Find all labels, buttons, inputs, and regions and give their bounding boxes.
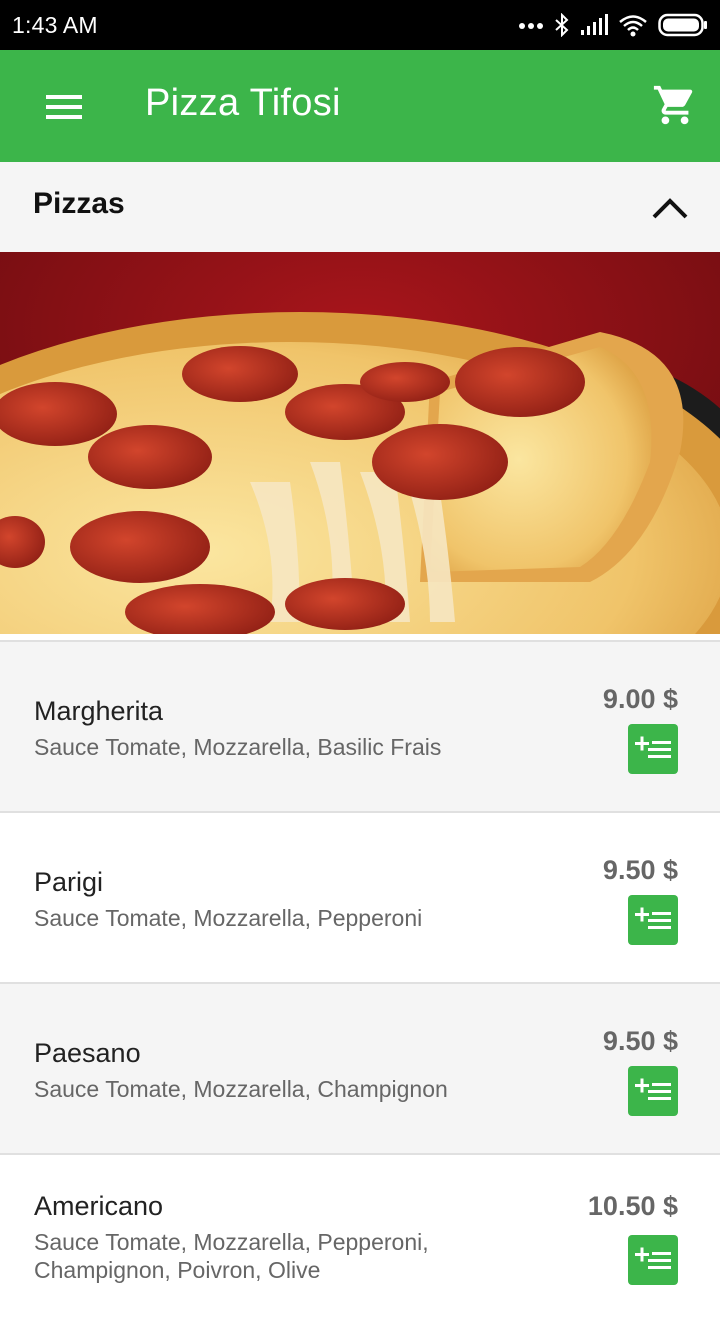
section-title: Pizzas — [33, 187, 125, 220]
item-price: 9.00 $ — [602, 684, 678, 714]
list-item[interactable]: Americano Sauce Tomate, Mozzarella, Pepp… — [0, 1153, 720, 1324]
item-price: 9.50 $ — [602, 1026, 678, 1056]
chevron-up-icon[interactable] — [650, 190, 690, 224]
item-description: Sauce Tomate, Mozzarella, Pepperoni, Cha… — [34, 1229, 429, 1283]
add-to-list-icon — [635, 1247, 671, 1269]
add-to-cart-button[interactable] — [628, 1235, 678, 1285]
item-name: Parigi — [34, 867, 104, 897]
item-name: Margherita — [34, 696, 164, 726]
signal-icon — [581, 14, 608, 35]
pizzas-section-header[interactable]: Pizzas — [0, 162, 720, 252]
hamburger-menu-icon[interactable] — [46, 95, 82, 119]
wifi-icon — [619, 15, 647, 37]
add-to-cart-button[interactable] — [628, 895, 678, 945]
list-item[interactable]: Parigi Sauce Tomate, Mozzarella, Peppero… — [0, 811, 720, 982]
app-bar: Pizza Tifosi — [0, 50, 720, 162]
add-to-cart-button[interactable] — [628, 724, 678, 774]
item-price: 9.50 $ — [602, 855, 678, 885]
more-dots-icon — [519, 23, 543, 29]
pepperoni-pizza-photo — [0, 252, 720, 634]
status-icons — [518, 10, 708, 40]
list-item[interactable]: Margherita Sauce Tomate, Mozzarella, Bas… — [0, 640, 720, 811]
app-title: Pizza Tifosi — [145, 82, 341, 124]
shopping-cart-icon[interactable] — [652, 82, 698, 128]
list-item[interactable]: Paesano Sauce Tomate, Mozzarella, Champi… — [0, 982, 720, 1153]
status-time: 1:43 AM — [12, 12, 98, 38]
item-description: Sauce Tomate, Mozzarella, Pepperoni — [34, 905, 423, 931]
status-bar: 1:43 AM — [0, 0, 720, 50]
item-description: Sauce Tomate, Mozzarella, Basilic Frais — [34, 734, 442, 760]
add-to-list-icon — [635, 1078, 671, 1100]
add-to-cart-button[interactable] — [628, 1066, 678, 1116]
bluetooth-icon — [555, 13, 569, 37]
item-description: Sauce Tomate, Mozzarella, Champignon — [34, 1076, 448, 1102]
add-to-list-icon — [635, 736, 671, 758]
add-to-list-icon — [635, 907, 671, 929]
battery-icon — [658, 13, 707, 37]
menu-list: Margherita Sauce Tomate, Mozzarella, Bas… — [0, 640, 720, 1324]
item-price: 10.50 $ — [587, 1191, 678, 1221]
item-name: Paesano — [34, 1038, 141, 1068]
item-name: Americano — [34, 1191, 164, 1221]
